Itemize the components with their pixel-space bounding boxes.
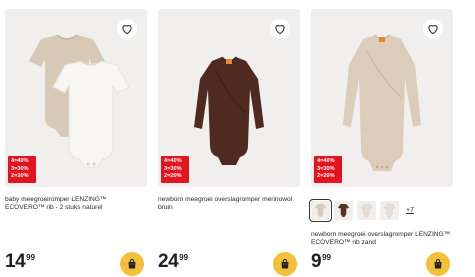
romper-thumbnail-icon bbox=[383, 203, 396, 217]
swatch-sand[interactable] bbox=[309, 198, 332, 222]
heart-icon bbox=[275, 25, 285, 35]
add-to-cart-button[interactable] bbox=[426, 252, 450, 276]
promo-line: 3=30% bbox=[11, 165, 29, 172]
favorite-button[interactable] bbox=[117, 19, 137, 39]
swatch-light[interactable] bbox=[380, 200, 399, 220]
product-title[interactable]: baby meegroeiromper LENZING™ ECOVERO™ ri… bbox=[5, 196, 145, 212]
heart-icon bbox=[428, 25, 438, 35]
promo-line: 4=40% bbox=[11, 158, 29, 164]
promo-line: 2=20% bbox=[317, 173, 335, 179]
price-cents: 99 bbox=[322, 253, 331, 262]
heart-icon bbox=[122, 25, 132, 35]
promo-badge: 4=40% 3=30% 2=20% bbox=[314, 156, 342, 183]
favorite-button[interactable] bbox=[270, 19, 290, 39]
more-colors-link[interactable]: +7 bbox=[406, 207, 414, 214]
price-whole: 24 bbox=[158, 251, 179, 272]
promo-line: 2=20% bbox=[11, 173, 29, 179]
add-to-cart-button[interactable] bbox=[273, 252, 297, 276]
product-image[interactable]: 4=40% 3=30% 2=20% bbox=[5, 9, 147, 187]
shopping-bag-icon bbox=[434, 259, 442, 269]
price-cents: 99 bbox=[26, 253, 36, 262]
shopping-bag-icon bbox=[281, 259, 289, 269]
product-image[interactable]: 4=40% 3=30% 2=20% bbox=[158, 9, 300, 187]
swatch-white[interactable] bbox=[357, 200, 376, 220]
product-price: 9 99 bbox=[311, 252, 331, 272]
swatch-brown[interactable] bbox=[334, 200, 353, 220]
shopping-bag-icon bbox=[128, 259, 136, 269]
product-price: 14 99 bbox=[5, 252, 35, 272]
color-swatches: +7 bbox=[309, 198, 414, 222]
promo-line: 3=30% bbox=[164, 165, 182, 172]
romper-thumbnail-icon bbox=[337, 203, 350, 217]
product-image[interactable]: 4=40% 3=30% 2=20% bbox=[311, 9, 453, 187]
product-card[interactable]: 4=40% 3=30% 2=20% +7 newborn meegroei ov… bbox=[309, 0, 457, 277]
promo-line: 4=40% bbox=[317, 158, 335, 164]
price-whole: 9 bbox=[311, 251, 322, 272]
product-title[interactable]: newborn meegroei overslagromper LENZING™… bbox=[311, 231, 451, 247]
promo-line: 3=30% bbox=[317, 165, 335, 172]
romper-thumbnail-icon bbox=[314, 203, 327, 217]
promo-badge: 4=40% 3=30% 2=20% bbox=[8, 156, 36, 183]
product-price: 24 99 bbox=[158, 252, 188, 272]
price-whole: 14 bbox=[5, 251, 26, 272]
product-title[interactable]: newborn meegroei overslagromper merinowo… bbox=[158, 196, 298, 212]
product-card[interactable]: 4=40% 3=30% 2=20% baby meegroeiromper LE… bbox=[5, 0, 151, 277]
romper-thumbnail-icon bbox=[360, 203, 373, 217]
product-card[interactable]: 4=40% 3=30% 2=20% newborn meegroei overs… bbox=[158, 0, 304, 277]
promo-line: 2=20% bbox=[164, 173, 182, 179]
price-cents: 99 bbox=[179, 253, 189, 262]
promo-line: 4=40% bbox=[164, 158, 182, 164]
favorite-button[interactable] bbox=[423, 19, 443, 39]
add-to-cart-button[interactable] bbox=[120, 252, 144, 276]
promo-badge: 4=40% 3=30% 2=20% bbox=[161, 156, 189, 183]
